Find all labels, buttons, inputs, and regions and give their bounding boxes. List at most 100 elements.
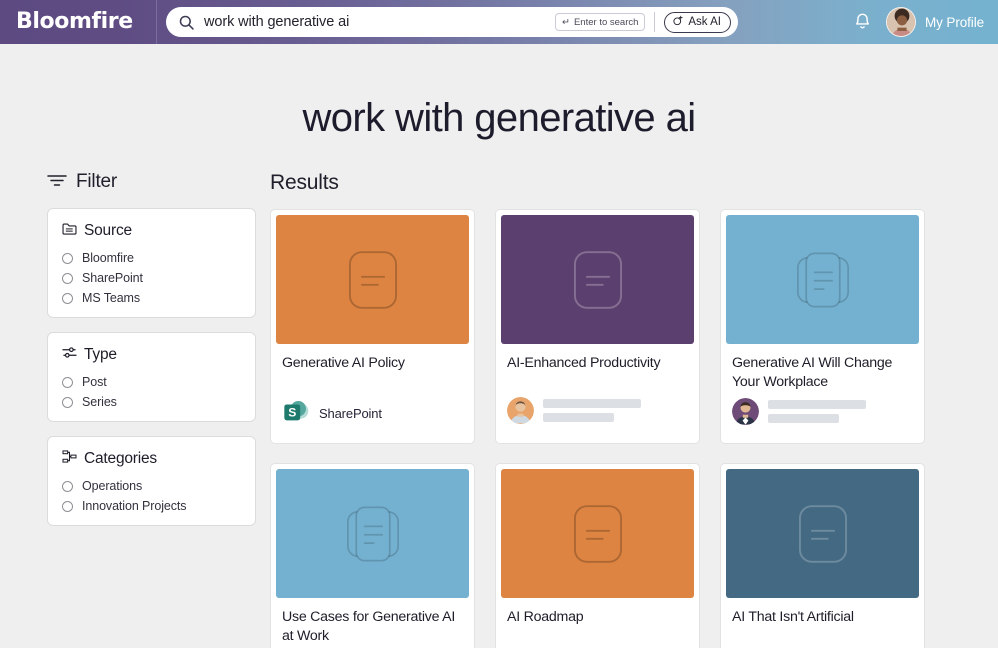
card-title: Generative AI Policy [282, 355, 405, 371]
document-post-icon [573, 504, 622, 563]
filter-option-label: Operations [82, 479, 143, 493]
filter-heading: Filter [47, 171, 270, 193]
svg-text:S: S [288, 406, 296, 420]
radio-icon[interactable] [62, 252, 73, 264]
card-title: AI That Isn't Artificial [732, 609, 854, 625]
filter-title: Filter [76, 171, 118, 192]
radio-icon[interactable] [62, 480, 73, 492]
brand-zone[interactable]: Bloomfire [0, 0, 157, 44]
sharepoint-icon: S [282, 397, 310, 430]
document-post-icon [798, 504, 847, 563]
page-title: work with generative ai [302, 96, 696, 140]
card-footer: S SharePoint [276, 390, 469, 443]
skeleton-line [543, 413, 614, 422]
filter-lines-icon [47, 173, 67, 192]
avatar [507, 397, 534, 424]
filter-option-innovation-projects[interactable]: Innovation Projects [62, 499, 241, 513]
filter-group-title: Type [84, 346, 117, 363]
skeleton-line [768, 400, 866, 410]
radio-icon[interactable] [62, 500, 73, 512]
author-placeholder [543, 399, 641, 422]
card-title: AI-Enhanced Productivity [507, 355, 661, 371]
result-card[interactable]: AI-Enhanced Productivity [495, 209, 700, 444]
profile-label: My Profile [924, 14, 984, 30]
enter-to-search-hint: ↵ Enter to search [555, 13, 646, 31]
filter-group-title: Categories [84, 450, 157, 467]
sliders-icon [62, 346, 77, 364]
card-footer [726, 644, 919, 648]
card-footer [501, 390, 694, 437]
filter-option-label: Series [82, 395, 117, 409]
filter-sidebar: Filter Source Bloomfire SharePoint MS Te… [0, 171, 270, 648]
skeleton-line [768, 414, 839, 424]
result-card[interactable]: AI That Isn't Artificial [720, 463, 925, 648]
card-thumbnail [276, 215, 469, 344]
header-actions: My Profile [853, 7, 998, 37]
filter-option-series[interactable]: Series [62, 395, 241, 409]
radio-icon[interactable] [62, 272, 73, 284]
filter-option-bloomfire[interactable]: Bloomfire [62, 251, 241, 265]
radio-icon[interactable] [62, 376, 73, 388]
search-bar[interactable]: ↵ Enter to search Ask AI [166, 7, 738, 37]
filter-option-sharepoint[interactable]: SharePoint [62, 271, 241, 285]
card-thumbnail [501, 215, 694, 344]
card-thumbnail [726, 469, 919, 598]
card-thumbnail [726, 215, 919, 344]
card-thumbnail [501, 469, 694, 598]
hierarchy-icon [62, 450, 77, 468]
avatar [732, 398, 759, 426]
card-title: Use Cases for Generative AI at Work [282, 609, 456, 644]
skeleton-line [543, 399, 641, 408]
filter-group-source: Source Bloomfire SharePoint MS Teams [47, 208, 256, 318]
results-grid: Generative AI Policy S SharePoint AI-Enh… [270, 209, 972, 648]
card-title: AI Roadmap [507, 609, 584, 625]
profile-menu[interactable]: My Profile [885, 7, 984, 37]
document-post-icon [348, 250, 397, 309]
filter-option-ms-teams[interactable]: MS Teams [62, 291, 241, 305]
results-heading: Results [270, 171, 339, 194]
ask-ai-label: Ask AI [688, 16, 721, 28]
filter-option-label: Post [82, 375, 107, 389]
card-footer [726, 391, 919, 438]
filter-group-title: Source [84, 222, 132, 239]
sparkle-ai-icon [672, 15, 684, 30]
radio-icon[interactable] [62, 292, 73, 304]
results-section: Results Generative AI Policy S SharePoin… [270, 171, 998, 648]
document-series-icon [346, 505, 399, 562]
filter-option-post[interactable]: Post [62, 375, 241, 389]
folder-icon [62, 222, 77, 240]
filter-group-header: Type [62, 346, 241, 364]
filter-option-label: Bloomfire [82, 251, 134, 265]
card-title: Generative AI Will Change Your Workplace [732, 355, 893, 390]
avatar [885, 7, 916, 37]
search-input[interactable] [204, 14, 555, 30]
enter-arrow-icon: ↵ [562, 16, 570, 28]
filter-group-header: Source [62, 222, 241, 240]
filter-group-categories: Categories Operations Innovation Project… [47, 436, 256, 526]
card-source-label: SharePoint [319, 406, 382, 421]
radio-icon[interactable] [62, 396, 73, 408]
bloomfire-logo: Bloomfire [16, 9, 133, 34]
card-footer: S SharePoint [501, 644, 694, 648]
enter-hint-label: Enter to search [573, 16, 639, 28]
filter-option-label: MS Teams [82, 291, 141, 305]
filter-option-operations[interactable]: Operations [62, 479, 241, 493]
app-header: Bloomfire ↵ Enter to search Ask AI [0, 0, 998, 44]
card-thumbnail [276, 469, 469, 598]
search-icon [178, 14, 195, 31]
filter-group-type: Type Post Series [47, 332, 256, 422]
result-card[interactable]: Generative AI Policy S SharePoint [270, 209, 475, 444]
notification-bell-icon[interactable] [853, 12, 872, 32]
document-series-icon [796, 251, 849, 308]
ask-ai-button[interactable]: Ask AI [664, 11, 731, 33]
search-divider [654, 12, 656, 32]
filter-option-label: SharePoint [82, 271, 143, 285]
result-card[interactable]: AI Roadmap S SharePoint [495, 463, 700, 648]
filter-group-header: Categories [62, 450, 241, 468]
filter-option-label: Innovation Projects [82, 499, 187, 513]
document-post-icon [573, 250, 622, 309]
result-card[interactable]: Generative AI Will Change Your Workplace [720, 209, 925, 444]
author-placeholder [768, 400, 866, 424]
content-area: Filter Source Bloomfire SharePoint MS Te… [0, 171, 998, 648]
result-card[interactable]: Use Cases for Generative AI at Work S Sh… [270, 463, 475, 648]
